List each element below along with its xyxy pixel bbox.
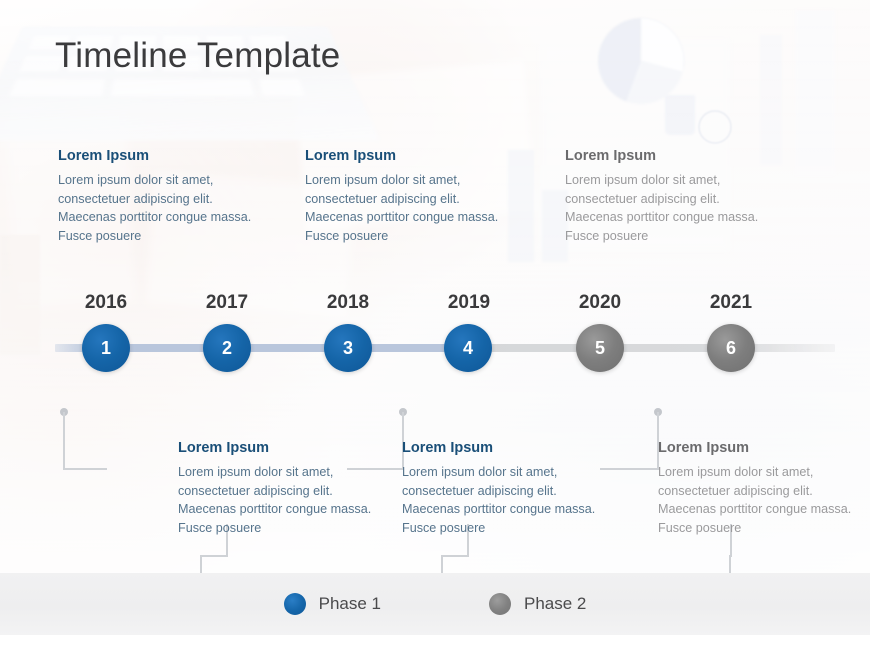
milestone-body-5: Lorem ipsum dolor sit amet, consectetuer…	[565, 173, 759, 243]
milestone-text-2[interactable]: Lorem Ipsum Lorem ipsum dolor sit amet, …	[178, 440, 393, 537]
milestone-title-1: Lorem Ipsum	[58, 148, 150, 164]
milestone-title-3: Lorem Ipsum	[305, 148, 397, 164]
legend-dot-icon-phase-2	[489, 593, 511, 615]
milestone-body-6: Lorem ipsum dolor sit amet, consectetuer…	[658, 465, 852, 535]
slide-canvas: Timeline Template 2016 2017 2018 2019 20…	[0, 0, 870, 653]
milestone-year-3: 2018	[326, 292, 370, 313]
milestone-title-5: Lorem Ipsum	[565, 148, 657, 164]
legend-item-phase-2[interactable]: Phase 2	[489, 593, 586, 615]
milestone-year-4: 2019	[447, 292, 491, 313]
milestone-text-4[interactable]: Lorem Ipsum Lorem ipsum dolor sit amet, …	[402, 440, 617, 537]
timeline-axis-phase2	[468, 344, 835, 352]
legend-label-phase-1: Phase 1	[318, 594, 381, 613]
milestone-marker-1[interactable]: 1	[82, 324, 130, 372]
milestone-text-3[interactable]: Lorem Ipsum Lorem ipsum dolor sit amet, …	[305, 148, 520, 245]
milestone-body-4: Lorem ipsum dolor sit amet, consectetuer…	[402, 465, 596, 535]
milestone-marker-5[interactable]: 5	[576, 324, 624, 372]
milestone-year-6: 2021	[709, 292, 753, 313]
page-title: Timeline Template	[55, 36, 341, 75]
milestone-text-1[interactable]: Lorem Ipsum Lorem ipsum dolor sit amet, …	[58, 148, 273, 245]
milestone-year-5: 2020	[578, 292, 622, 313]
milestone-year-1: 2016	[84, 292, 128, 313]
milestone-marker-6[interactable]: 6	[707, 324, 755, 372]
milestone-marker-2[interactable]: 2	[203, 324, 251, 372]
legend: Phase 1 Phase 2	[0, 573, 870, 635]
milestone-text-6[interactable]: Lorem Ipsum Lorem ipsum dolor sit amet, …	[658, 440, 870, 537]
milestone-body-3: Lorem ipsum dolor sit amet, consectetuer…	[305, 173, 499, 243]
legend-dot-icon-phase-1	[283, 593, 306, 615]
milestone-title-2: Lorem Ipsum	[178, 440, 270, 456]
milestone-marker-4[interactable]: 4	[444, 324, 492, 372]
footer-strip	[0, 635, 870, 653]
milestone-body-1: Lorem ipsum dolor sit amet, consectetuer…	[58, 173, 252, 243]
milestone-title-4: Lorem Ipsum	[402, 440, 494, 456]
milestone-body-2: Lorem ipsum dolor sit amet, consectetuer…	[178, 465, 372, 535]
milestone-title-6: Lorem Ipsum	[658, 440, 750, 456]
milestone-marker-3[interactable]: 3	[324, 324, 372, 372]
legend-item-phase-1[interactable]: Phase 1	[283, 593, 381, 615]
milestone-text-5[interactable]: Lorem Ipsum Lorem ipsum dolor sit amet, …	[565, 148, 780, 245]
milestone-year-2: 2017	[205, 292, 249, 313]
legend-label-phase-2: Phase 2	[524, 594, 587, 613]
